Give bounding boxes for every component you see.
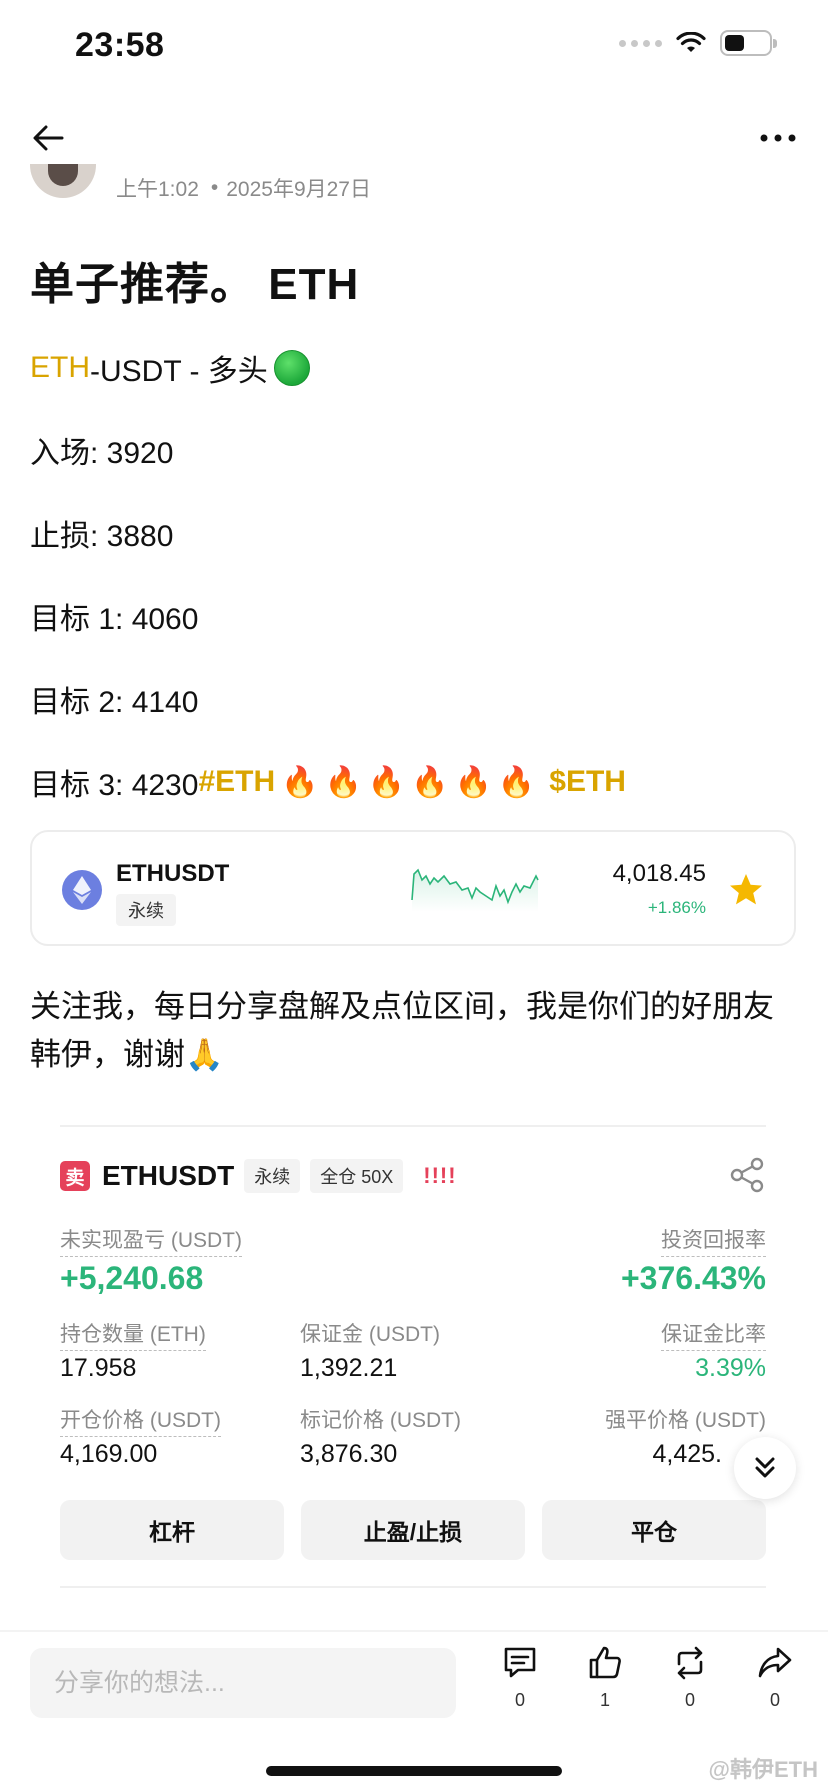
ticker-change: +1.86% <box>647 898 706 917</box>
fire-emoji: 🔥 <box>367 765 406 799</box>
double-chevron-down-icon <box>755 1457 775 1478</box>
share-count: 0 <box>769 1690 780 1710</box>
target3-text: 目标 3: 4230 <box>30 769 199 802</box>
author-row: 上午1:02 • 2025年9月27日 <box>30 164 371 208</box>
fire-emoji: 🔥 <box>411 765 449 799</box>
position-header: 卖 ETHUSDT 永续 全仓 50X !!!! <box>60 1158 457 1194</box>
close-position-button[interactable]: 平仓 <box>542 1500 766 1560</box>
ticker-type-badge: 永续 <box>116 894 176 926</box>
unrealized-pnl-label[interactable]: 未实现盈亏 (USDT) <box>60 1224 242 1257</box>
signal-icon <box>619 39 662 47</box>
entry-line: 入场: 3920 <box>30 437 174 470</box>
divider <box>60 1125 766 1127</box>
position-type-tag: 永续 <box>244 1159 301 1193</box>
liq-price-value: 4,425. <box>652 1440 722 1468</box>
margin-label: 保证金 (USDT) <box>300 1323 440 1346</box>
separator-dot: • <box>210 176 219 199</box>
price-sparkline <box>411 868 539 912</box>
status-icons <box>619 30 777 56</box>
more-options-icon[interactable] <box>756 118 800 158</box>
liq-price-label: 强平价格 (USDT) <box>605 1409 766 1432</box>
collapse-button[interactable] <box>734 1437 796 1499</box>
like-button[interactable]: 1 <box>575 1644 635 1734</box>
fire-emoji: 🔥 <box>324 765 362 799</box>
repost-count: 0 <box>684 1690 695 1710</box>
post-paragraph: 关注我，每日分享盘解及点位区间，我是你们的好朋友韩伊，谢谢🙏 <box>30 989 774 1072</box>
margin-ratio-value: 3.39% <box>695 1354 766 1382</box>
pair-text: -USDT - 多头 <box>90 355 268 388</box>
share-post-button[interactable]: 0 <box>745 1644 805 1734</box>
roi-label[interactable]: 投资回报率 <box>661 1224 766 1257</box>
margin-value: 1,392.21 <box>300 1354 398 1382</box>
target3-line: 目标 3: 4230 #ETH 🔥 🔥 🔥 🔥 🔥 🔥 $ETH <box>30 760 626 804</box>
warning-marks: !!!! <box>423 1163 457 1188</box>
mark-price-label: 标记价格 (USDT) <box>300 1409 461 1432</box>
entry-price-value: 4,169.00 <box>60 1440 158 1468</box>
fire-emoji: 🔥 <box>497 765 536 799</box>
target2-line: 目标 2: 4140 <box>30 686 199 719</box>
repost-button[interactable]: 0 <box>660 1644 720 1734</box>
battery-icon <box>720 30 777 56</box>
avatar[interactable] <box>30 164 96 198</box>
ticker-card[interactable]: ETHUSDT 永续 4,018.45 +1.86% <box>30 830 796 946</box>
mark-price-value: 3,876.30 <box>300 1440 398 1468</box>
position-size-value: 17.958 <box>60 1354 137 1382</box>
back-arrow-icon[interactable] <box>28 118 68 158</box>
tpsl-button[interactable]: 止盈/止损 <box>301 1500 525 1560</box>
position-symbol: ETHUSDT <box>102 1160 235 1191</box>
divider <box>60 1586 766 1588</box>
status-bar: 23:58 <box>0 0 828 100</box>
comment-input[interactable] <box>30 1648 456 1718</box>
target1-line: 目标 1: 4060 <box>30 603 199 636</box>
eth-logo-icon <box>62 870 102 910</box>
like-count: 1 <box>599 1690 610 1710</box>
fire-emoji: 🔥 <box>454 765 492 799</box>
wifi-icon <box>676 32 706 52</box>
repost-icon <box>677 1646 703 1680</box>
sell-badge: 卖 <box>60 1161 90 1191</box>
leverage-button[interactable]: 杠杆 <box>60 1500 284 1560</box>
roi-value: +376.43% <box>620 1260 766 1296</box>
green-circle-emoji <box>273 350 310 386</box>
unrealized-pnl-value: +5,240.68 <box>60 1260 204 1296</box>
coin-link[interactable]: ETH <box>30 351 90 385</box>
comment-count: 0 <box>514 1690 525 1710</box>
position-card: 卖 ETHUSDT 永续 全仓 50X !!!! 未实现盈亏 (USDT) +5… <box>60 1140 766 1560</box>
post-time: 上午1:02 <box>116 178 199 201</box>
home-indicator[interactable] <box>266 1766 562 1776</box>
ticker-symbol: ETHUSDT <box>116 860 230 887</box>
thumbs-up-icon <box>589 1646 621 1679</box>
pair-line: ETH -USDT - 多头 <box>30 346 310 390</box>
bottom-bar: 0 1 0 0 @韩伊ETH <box>0 1630 828 1792</box>
share-icon[interactable] <box>728 1156 766 1194</box>
watermark: @韩伊ETH <box>708 1757 818 1782</box>
stop-loss-line: 止损: 3880 <box>30 520 174 553</box>
comment-button[interactable]: 0 <box>490 1644 550 1734</box>
fire-emoji: 🔥 <box>281 765 319 799</box>
position-size-label[interactable]: 持仓数量 (ETH) <box>60 1318 206 1351</box>
post-title: 单子推荐。 ETH <box>30 260 360 309</box>
comment-icon <box>504 1647 536 1678</box>
status-time: 23:58 <box>75 26 165 64</box>
top-nav <box>0 110 828 166</box>
margin-mode-tag: 全仓 50X <box>310 1159 404 1193</box>
fire-emoji-row: 🔥 🔥 🔥 🔥 🔥 🔥 <box>281 765 535 800</box>
post-date: 2025年9月27日 <box>226 178 371 201</box>
battery-level <box>725 35 744 51</box>
margin-ratio-label[interactable]: 保证金比率 <box>661 1318 766 1351</box>
hashtag-link[interactable]: #ETH <box>198 765 275 799</box>
cashtag-link[interactable]: $ETH <box>549 765 626 799</box>
ticker-price: 4,018.45 <box>612 860 706 887</box>
favorite-star-icon[interactable] <box>728 872 764 908</box>
share-arrow-icon <box>758 1647 792 1678</box>
entry-price-label[interactable]: 开仓价格 (USDT) <box>60 1404 221 1437</box>
